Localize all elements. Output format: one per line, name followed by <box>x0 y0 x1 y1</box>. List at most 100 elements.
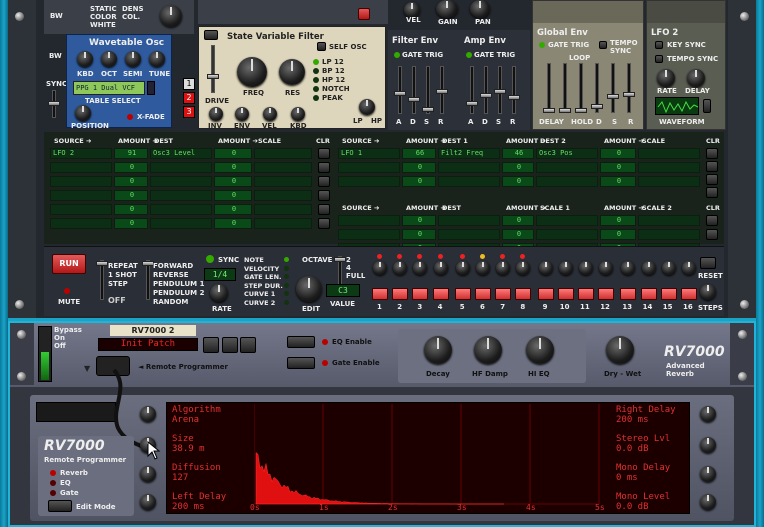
matrix-cell[interactable] <box>438 215 500 226</box>
matrix-cell[interactable] <box>638 215 700 226</box>
matrix-cell[interactable] <box>254 162 312 173</box>
step-button[interactable] <box>454 288 471 300</box>
gain-knob[interactable] <box>436 0 458 18</box>
rp-knob-4[interactable] <box>140 494 156 510</box>
tune-knob[interactable] <box>149 51 165 67</box>
matrix-cell[interactable]: Osc3 Level <box>150 148 212 159</box>
self-osc-button[interactable] <box>317 42 326 51</box>
matrix-cell[interactable]: 0 <box>402 162 436 173</box>
rp-knob-8[interactable] <box>700 494 716 510</box>
matrix-cell[interactable]: 0 <box>600 148 636 159</box>
clr-button[interactable] <box>318 162 330 173</box>
clr-button[interactable] <box>318 218 330 229</box>
filter-play-button[interactable] <box>358 8 370 20</box>
rp-knob-1[interactable] <box>140 406 156 422</box>
kbd-knob[interactable] <box>77 51 93 67</box>
amp-a-slider[interactable] <box>466 66 478 114</box>
step-button[interactable] <box>620 288 637 300</box>
matrix-cell[interactable] <box>638 162 700 173</box>
matrix-cell[interactable]: 0 <box>114 190 148 201</box>
fold-arrow-icon[interactable]: ▼ <box>84 364 94 373</box>
gate-enable-button[interactable] <box>287 357 315 369</box>
matrix-cell[interactable]: 0 <box>600 162 636 173</box>
amp-gate-trig-led[interactable] <box>466 52 472 58</box>
step-knob[interactable] <box>682 261 696 275</box>
matrix-cell[interactable]: 0 <box>214 218 252 229</box>
lp12-led[interactable] <box>313 59 319 65</box>
key-sync-button[interactable] <box>655 41 663 49</box>
lfo2-rate-knob[interactable] <box>657 69 675 87</box>
matrix-cell[interactable] <box>638 176 700 187</box>
matrix-cell[interactable] <box>536 162 598 173</box>
matrix-cell[interactable] <box>438 176 500 187</box>
clr-button[interactable] <box>706 174 718 185</box>
rp-knob-7[interactable] <box>700 466 716 482</box>
delay-slider[interactable] <box>543 63 555 113</box>
table-select-button[interactable] <box>147 81 155 95</box>
filter-a-slider[interactable] <box>394 66 406 114</box>
filter-gate-trig-led[interactable] <box>394 52 400 58</box>
amp-r-slider[interactable] <box>508 66 520 114</box>
matrix-cell[interactable] <box>438 162 500 173</box>
step-knob[interactable] <box>433 261 448 275</box>
edit-mode-button[interactable] <box>48 500 72 512</box>
run-button[interactable]: RUN <box>52 254 86 274</box>
clr-button[interactable] <box>318 176 330 187</box>
rate-knob[interactable] <box>210 284 228 302</box>
matrix-cell[interactable]: 0 <box>214 176 252 187</box>
matrix-cell[interactable]: 0 <box>502 229 534 240</box>
matrix-cell[interactable] <box>254 204 312 215</box>
amp-d-slider[interactable] <box>480 66 492 114</box>
vel-knob[interactable] <box>263 107 277 121</box>
seq-dest-led[interactable] <box>284 299 289 305</box>
step-button[interactable] <box>660 288 677 300</box>
step-knob[interactable] <box>558 261 573 275</box>
matrix-cell[interactable]: 0 <box>600 229 636 240</box>
matrix-cell[interactable]: 0 <box>502 162 534 173</box>
seq-dest-led[interactable] <box>284 274 289 279</box>
peak-led[interactable] <box>313 95 319 101</box>
drive-slider[interactable] <box>207 45 219 93</box>
matrix-cell[interactable] <box>150 190 212 201</box>
clr-button[interactable] <box>706 229 718 240</box>
value-display[interactable]: C3 <box>326 284 360 297</box>
matrix-cell[interactable] <box>150 176 212 187</box>
matrix-cell[interactable] <box>50 176 112 187</box>
octave-slider[interactable] <box>334 256 346 286</box>
filter-d-slider[interactable] <box>408 66 420 114</box>
matrix-cell[interactable]: 0 <box>402 215 436 226</box>
matrix-cell[interactable]: 0 <box>214 190 252 201</box>
direction-slider[interactable] <box>142 260 154 300</box>
matrix-cell[interactable]: 46 <box>502 148 534 159</box>
matrix-cell[interactable] <box>338 162 400 173</box>
step-button[interactable] <box>432 288 449 300</box>
lfo2-delay-knob[interactable] <box>687 69 705 87</box>
step-button[interactable] <box>578 288 594 300</box>
step-knob[interactable] <box>373 261 387 275</box>
save-icon[interactable] <box>240 337 256 353</box>
lp-hp-knob[interactable] <box>359 99 375 115</box>
seq-dest-led[interactable] <box>284 291 289 296</box>
hp12-led[interactable] <box>313 77 319 83</box>
wavetable-display[interactable]: PPG 1 Dual VCF <box>73 81 145 95</box>
step-knob[interactable] <box>661 261 676 275</box>
clr-button[interactable] <box>706 161 718 172</box>
rate-display[interactable]: 1/4 <box>204 268 236 281</box>
matrix-cell[interactable]: LFO 2 <box>50 148 112 159</box>
matrix-cell[interactable] <box>254 190 312 201</box>
hi-eq-knob[interactable] <box>526 336 554 364</box>
clr-button[interactable] <box>706 187 718 198</box>
rp-knob-5[interactable] <box>700 406 716 422</box>
step-button[interactable] <box>537 288 554 300</box>
matrix-cell[interactable]: 0 <box>114 204 148 215</box>
matrix-cell[interactable] <box>150 162 212 173</box>
matrix-cell[interactable] <box>536 229 598 240</box>
noise-knob[interactable] <box>160 5 182 27</box>
notch-led[interactable] <box>313 86 319 92</box>
res-knob[interactable] <box>279 59 305 85</box>
clr-button[interactable] <box>318 148 330 159</box>
folder-icon[interactable] <box>222 337 238 353</box>
filter-on-button[interactable] <box>204 30 218 40</box>
matrix-cell[interactable]: 0 <box>114 162 148 173</box>
tempo-sync-button[interactable] <box>655 55 663 63</box>
